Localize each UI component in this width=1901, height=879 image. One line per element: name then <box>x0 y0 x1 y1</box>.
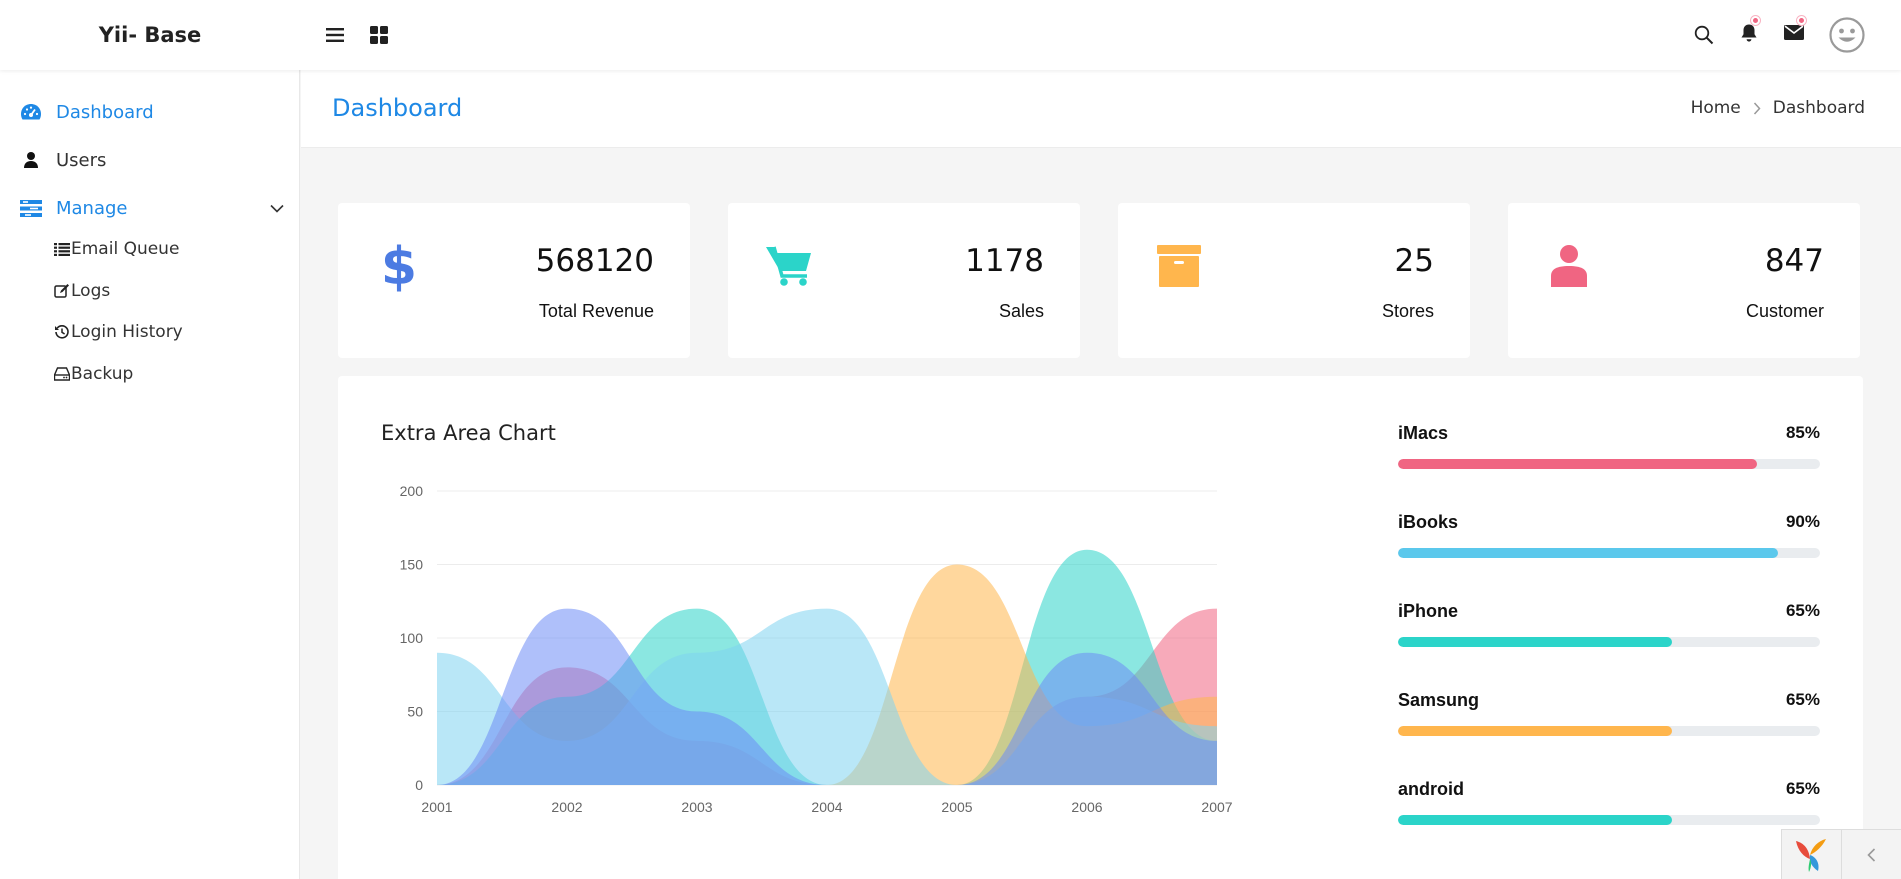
cart-icon <box>764 241 814 291</box>
dashboard-gauge-icon <box>20 101 42 123</box>
user-icon <box>20 149 42 171</box>
stat-label: Customer <box>1745 301 1824 321</box>
search-icon[interactable] <box>1691 22 1717 48</box>
progress-percent: 65% <box>1785 779 1820 798</box>
messages-button[interactable] <box>1781 16 1807 48</box>
progress-fill <box>1398 548 1778 558</box>
progress-track <box>1398 548 1820 558</box>
chevron-right-icon <box>1753 101 1761 115</box>
submenu-item-label: Login History <box>71 322 183 342</box>
stat-value: 25 <box>1394 243 1434 279</box>
top-navbar: Yii- Base <box>0 0 1901 70</box>
mail-icon <box>1784 25 1804 45</box>
progress-name: iMacs <box>1398 423 1449 443</box>
submenu-item-label: Email Queue <box>71 239 180 259</box>
progress-track <box>1398 637 1820 647</box>
sidebar-item-label: Manage <box>56 197 128 219</box>
breadcrumb-home-link[interactable]: Home <box>1691 98 1741 118</box>
stat-value: 568120 <box>535 243 654 279</box>
stat-card-revenue: $ 568120 Total Revenue <box>338 203 690 358</box>
stat-value: 847 <box>1764 243 1824 279</box>
customer-icon <box>1544 241 1594 291</box>
archive-box-icon <box>1154 241 1204 291</box>
progress-name: iBooks <box>1398 512 1459 532</box>
sidebar-item-dashboard[interactable]: Dashboard <box>0 92 300 132</box>
progress-fill <box>1398 637 1673 647</box>
notifications-button[interactable] <box>1736 16 1762 48</box>
edit-icon <box>53 283 70 300</box>
sidebar-item-users[interactable]: Users <box>0 140 300 180</box>
x-tick-label: 2006 <box>1071 799 1102 815</box>
progress-track <box>1398 726 1820 736</box>
sidebar-item-label: Users <box>56 149 107 171</box>
progress-percent: 65% <box>1785 690 1820 709</box>
chevron-down-icon <box>270 200 284 218</box>
y-tick-label: 200 <box>400 483 424 499</box>
stat-card-customer: 847 Customer <box>1508 203 1860 358</box>
progress-fill <box>1398 815 1673 825</box>
x-tick-label: 2005 <box>941 799 972 815</box>
grid-icon[interactable] <box>366 22 392 48</box>
x-tick-label: 2003 <box>681 799 712 815</box>
progress-percent: 90% <box>1785 512 1820 531</box>
y-tick-label: 50 <box>407 704 423 720</box>
submenu-item-backup[interactable]: Backup <box>53 359 133 389</box>
y-tick-label: 100 <box>400 630 424 646</box>
breadcrumb-current: Dashboard <box>1772 98 1865 118</box>
list-icon <box>53 241 70 258</box>
progress-percent: 65% <box>1785 601 1820 620</box>
stat-card-stores: 25 Stores <box>1118 203 1470 358</box>
submenu-item-login-history[interactable]: Login History <box>53 317 183 347</box>
stat-value: 1178 <box>965 243 1044 279</box>
sidebar-item-manage[interactable]: Manage <box>0 188 300 228</box>
progress-name: Samsung <box>1398 690 1480 710</box>
notification-badge-dot <box>1751 16 1760 25</box>
progress-percent: 85% <box>1785 423 1820 442</box>
yii-logo-icon[interactable] <box>1782 830 1842 879</box>
progress-fill <box>1398 459 1757 469</box>
brand-logo[interactable]: Yii- Base <box>0 0 300 70</box>
x-tick-label: 2004 <box>811 799 842 815</box>
message-badge-dot <box>1797 16 1806 25</box>
chevron-left-icon[interactable] <box>1842 830 1901 879</box>
user-avatar-icon[interactable] <box>1829 17 1865 53</box>
hdd-icon <box>53 366 70 383</box>
x-tick-label: 2002 <box>551 799 582 815</box>
debug-toolbar <box>1781 829 1901 879</box>
area-chart: 0 50 100 150 200 2001 2002 2003 2004 2005 2006 2007 <box>400 483 1233 815</box>
dollar-icon: $ <box>374 240 424 292</box>
bell-icon <box>1740 23 1758 48</box>
x-tick-label: 2007 <box>1201 799 1232 815</box>
y-tick-label: 150 <box>400 557 424 573</box>
submenu-item-email-queue[interactable]: Email Queue <box>53 234 179 264</box>
sidebar-item-label: Dashboard <box>56 101 154 123</box>
svg-text:$: $ <box>383 240 415 292</box>
manage-list-icon <box>20 197 42 219</box>
stat-label: Stores <box>1381 301 1434 321</box>
progress-track <box>1398 459 1820 469</box>
y-tick-label: 0 <box>415 777 423 793</box>
page-header: Dashboard Home Dashboard <box>301 70 1901 148</box>
menu-icon[interactable] <box>322 22 348 48</box>
stat-card-sales: 1178 Sales <box>728 203 1080 358</box>
sidebar: Dashboard Users Manage Email Queue Logs … <box>0 70 300 879</box>
history-icon <box>53 324 70 341</box>
stat-label: Total Revenue <box>538 301 654 321</box>
progress-track <box>1398 815 1820 825</box>
x-tick-label: 2001 <box>421 799 452 815</box>
submenu-item-label: Logs <box>71 281 111 301</box>
submenu-item-logs[interactable]: Logs <box>53 276 110 306</box>
progress-name: iPhone <box>1398 601 1459 621</box>
chart-panel: Extra Area Chart 0 50 100 150 200 2001 2002 200… <box>338 376 1863 879</box>
page-title: Dashboard <box>332 94 463 122</box>
submenu-item-label: Backup <box>71 364 134 384</box>
breadcrumb: Home Dashboard <box>1691 98 1865 118</box>
stat-label: Sales <box>998 301 1044 321</box>
progress-name: android <box>1398 779 1464 799</box>
progress-fill <box>1398 726 1673 736</box>
